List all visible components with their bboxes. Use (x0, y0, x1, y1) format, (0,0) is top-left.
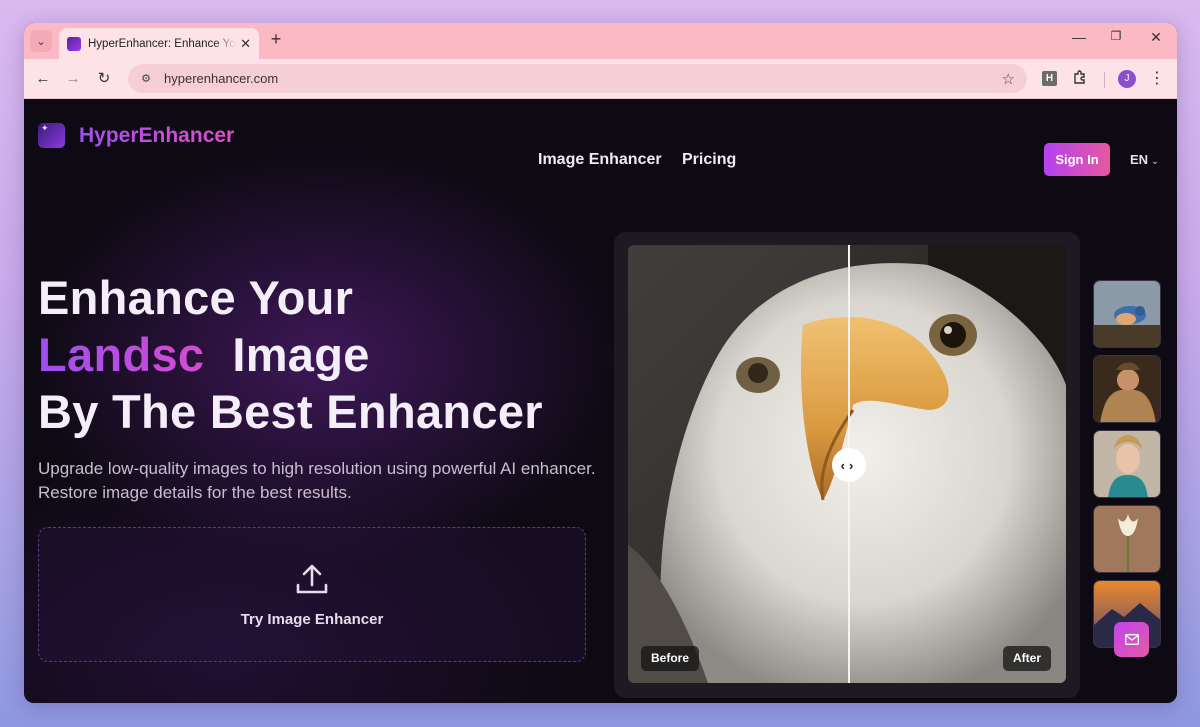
headline-typed-word: Landsc (38, 328, 205, 381)
browser-window: ⌄ HyperEnhancer: Enhance Your Image ✕ + … (24, 23, 1177, 703)
upload-dropzone[interactable]: Try Image Enhancer (38, 527, 586, 662)
brand-name: HyperEnhancer (79, 123, 235, 147)
brand-logo[interactable]: HyperEnhancer (38, 123, 234, 148)
hero-subtitle: Upgrade low-quality images to high resol… (38, 459, 596, 502)
toolbar-separator (1104, 72, 1105, 88)
tulip-thumbnail[interactable] (1093, 505, 1161, 573)
bookmark-star-icon[interactable]: ☆ (1002, 70, 1015, 88)
forward-arrow-icon[interactable]: → (62, 68, 84, 90)
fur-coat-portrait-thumbnail[interactable] (1093, 355, 1161, 423)
after-label: After (1003, 646, 1052, 671)
mail-icon (1124, 634, 1139, 645)
nav-pricing[interactable]: Pricing (682, 151, 736, 169)
headline-line-2-rest: Image (232, 328, 370, 381)
sign-in-button[interactable]: Sign In (1044, 143, 1110, 176)
back-arrow-icon[interactable]: ← (32, 68, 54, 90)
hero-headline: Enhance Your Landsc Image By The Best Enh… (38, 269, 543, 440)
brand-mark-icon (38, 123, 65, 148)
extension-h-icon[interactable]: H (1042, 71, 1057, 86)
compare-card: ‹› Before After (614, 232, 1080, 698)
before-label: Before (641, 646, 700, 671)
site-favicon-icon (67, 36, 81, 51)
language-selector[interactable]: EN ⌄ (1130, 152, 1159, 167)
browser-toolbar: ← → ↻ ⚙ hyperenhancer.com ☆ H J ⋮ (24, 59, 1177, 99)
window-close-icon[interactable]: ✕ (1144, 29, 1168, 46)
url-text[interactable]: hyperenhancer.com (164, 71, 278, 86)
new-tab-plus-icon[interactable]: + (265, 29, 287, 50)
woman-portrait-thumbnail[interactable] (1093, 430, 1161, 498)
menu-kebab-icon[interactable]: ⋮ (1147, 69, 1167, 89)
address-bar[interactable]: ⚙ hyperenhancer.com ☆ (128, 64, 1027, 93)
tab-close-icon[interactable]: ✕ (240, 36, 251, 52)
restore-icon[interactable]: ❐ (1104, 29, 1128, 43)
chevron-down-icon: ⌄ (1151, 156, 1159, 166)
tab-search-chevron-icon[interactable]: ⌄ (30, 30, 52, 52)
page-content: HyperEnhancer Image Enhancer Pricing Sig… (24, 99, 1177, 703)
bird-thumbnail[interactable] (1093, 280, 1161, 348)
upload-icon (296, 564, 328, 594)
language-code: EN (1130, 152, 1149, 167)
before-after-image[interactable]: ‹› Before After (628, 245, 1066, 683)
browser-tab-active[interactable]: HyperEnhancer: Enhance Your Image ✕ (59, 28, 259, 59)
headline-line-1: Enhance Your (38, 271, 354, 324)
contact-mail-button[interactable] (1114, 622, 1149, 657)
tab-strip: ⌄ HyperEnhancer: Enhance Your Image ✕ + … (24, 23, 1177, 59)
reload-icon[interactable]: ↻ (93, 68, 115, 90)
upload-label: Try Image Enhancer (240, 611, 384, 628)
tab-title: HyperEnhancer: Enhance Your Image (88, 37, 236, 50)
headline-line-3: By The Best Enhancer (38, 385, 543, 438)
compare-slider-handle[interactable]: ‹› (832, 448, 866, 482)
minimize-icon[interactable]: — (1067, 29, 1091, 45)
profile-avatar[interactable]: J (1118, 70, 1136, 88)
nav-image-enhancer[interactable]: Image Enhancer (538, 151, 662, 169)
headline-line-2: Landsc Image (38, 326, 543, 383)
extensions-puzzle-icon[interactable] (1070, 69, 1090, 89)
site-settings-icon[interactable]: ⚙ (138, 71, 154, 87)
